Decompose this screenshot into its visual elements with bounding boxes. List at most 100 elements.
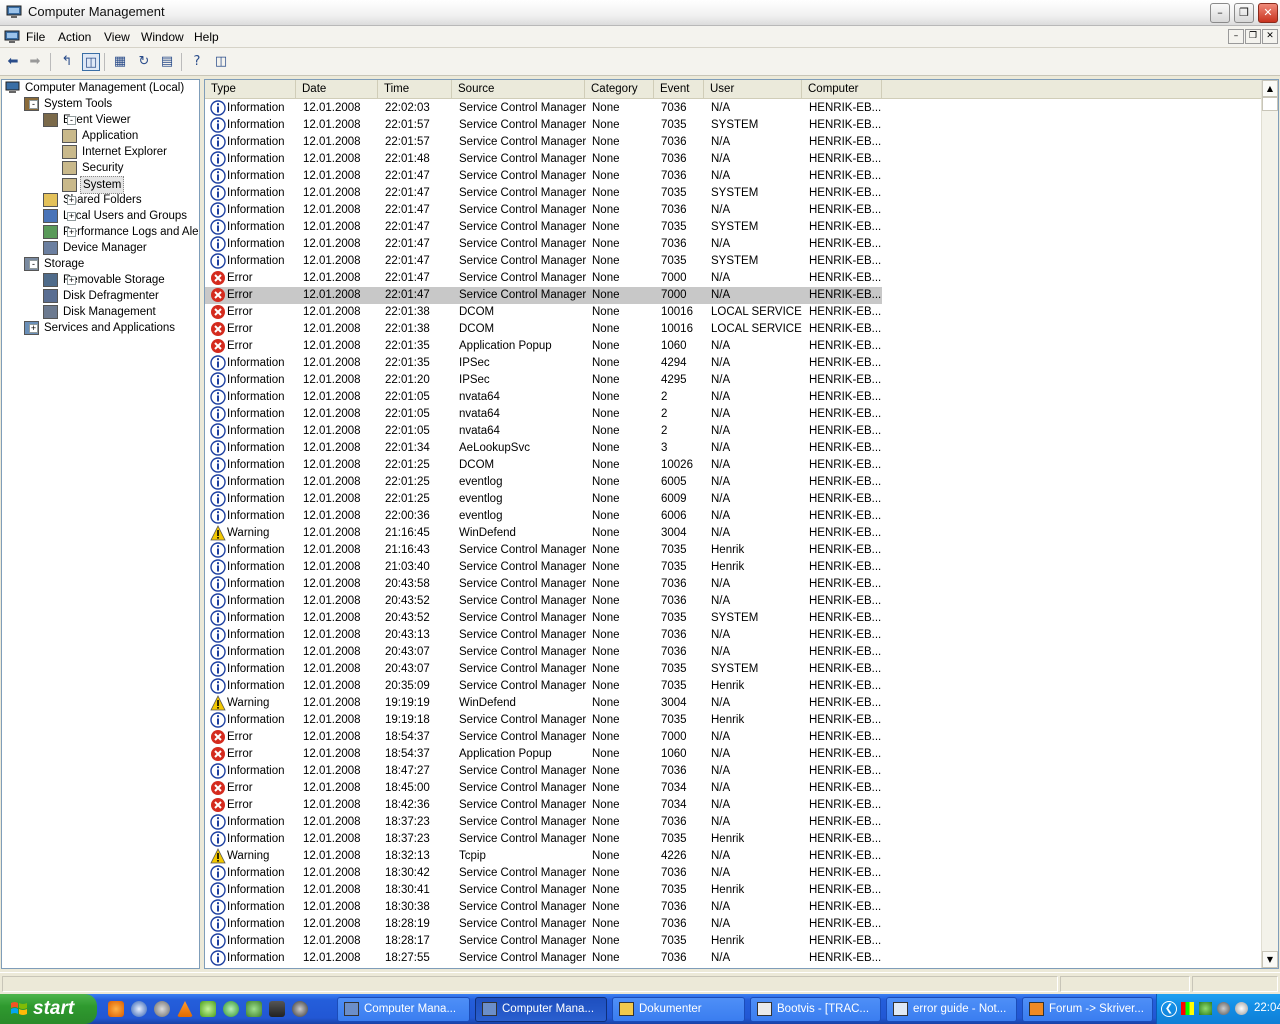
table-row[interactable]: Error 12.01.2008 22:01:35 Application Popup… bbox=[205, 338, 882, 355]
table-row[interactable]: Information 12.01.2008 22:01:47 Service Con… bbox=[205, 185, 882, 202]
table-row[interactable]: Information 12.01.2008 18:47:27 Service Con… bbox=[205, 763, 882, 780]
table-row[interactable]: Information 12.01.2008 18:30:38 Service Con… bbox=[205, 899, 882, 916]
table-row[interactable]: Information 12.01.2008 22:01:20 IPSec None 42… bbox=[205, 372, 882, 389]
start-button[interactable]: start bbox=[0, 994, 97, 1024]
table-row[interactable]: Information 12.01.2008 22:01:47 Service Con… bbox=[205, 236, 882, 253]
table-row[interactable]: Information 12.01.2008 21:16:43 Service Con… bbox=[205, 542, 882, 559]
column-header-type[interactable]: Type bbox=[205, 80, 296, 99]
menu-file[interactable]: File bbox=[26, 30, 45, 44]
collapse-icon[interactable]: - bbox=[29, 260, 38, 269]
tree-item-device-manager[interactable]: Device Manager bbox=[43, 240, 149, 256]
table-row[interactable]: Information 12.01.2008 22:01:47 Service Con… bbox=[205, 253, 882, 270]
table-row[interactable]: Information 12.01.2008 18:27:55 Service Con… bbox=[205, 950, 882, 967]
taskbar-button[interactable]: Computer Mana... bbox=[475, 997, 607, 1022]
table-row[interactable]: Information 12.01.2008 22:01:35 IPSec None 42… bbox=[205, 355, 882, 372]
table-row[interactable]: Information 12.01.2008 20:43:52 Service Con… bbox=[205, 593, 882, 610]
table-row[interactable]: Information 12.01.2008 18:28:17 Service Con… bbox=[205, 933, 882, 950]
mdi-restore-button[interactable]: ❐ bbox=[1245, 29, 1261, 44]
table-row[interactable]: Warning 12.01.2008 19:19:19 WinDefend None 30… bbox=[205, 695, 882, 712]
table-row[interactable]: Information 12.01.2008 20:43:07 Service Con… bbox=[205, 644, 882, 661]
table-row[interactable]: Information 12.01.2008 21:03:40 Service Con… bbox=[205, 559, 882, 576]
export-list-icon[interactable]: ▤ bbox=[158, 53, 176, 71]
menu-window[interactable]: Window bbox=[141, 30, 184, 44]
table-row[interactable]: Error 12.01.2008 22:01:38 DCOM None 10016 LOCA… bbox=[205, 304, 882, 321]
tray-nvidia-icon[interactable] bbox=[1199, 1002, 1212, 1015]
messenger-icon[interactable] bbox=[246, 1001, 262, 1017]
properties-icon[interactable]: ▦ bbox=[111, 53, 129, 71]
table-row[interactable]: Information 12.01.2008 22:01:25 DCOM None 100… bbox=[205, 457, 882, 474]
up-folder-icon[interactable]: ↰ bbox=[58, 53, 76, 71]
table-row[interactable]: Information 12.01.2008 20:35:09 Service Con… bbox=[205, 678, 882, 695]
collapse-icon[interactable]: - bbox=[29, 100, 38, 109]
scroll-down-button[interactable]: ▼ bbox=[1262, 951, 1278, 968]
table-row[interactable]: Error 12.01.2008 18:42:36 Service Control M… bbox=[205, 797, 882, 814]
tree-item-shared-folders[interactable]: + Shared Folders bbox=[43, 192, 144, 208]
clock[interactable]: 22:04 bbox=[1254, 1002, 1280, 1014]
column-header-event[interactable]: Event bbox=[654, 80, 704, 99]
table-row[interactable]: Information 12.01.2008 22:01:05 nvata64 None… bbox=[205, 389, 882, 406]
tree-item-security[interactable]: Security bbox=[62, 160, 126, 176]
taskbar-button[interactable]: Dokumenter bbox=[612, 997, 745, 1022]
tree-item-removable-storage[interactable]: + Removable Storage bbox=[43, 272, 167, 288]
tree-item-services-and-applications[interactable]: + Services and Applications bbox=[24, 320, 177, 336]
utorrent-icon[interactable] bbox=[223, 1001, 239, 1017]
forward-arrow-icon[interactable]: ➡ bbox=[26, 53, 44, 71]
table-row[interactable]: Information 12.01.2008 22:01:47 Service Con… bbox=[205, 168, 882, 185]
app-icon-dark[interactable] bbox=[269, 1001, 285, 1017]
media-player-icon[interactable] bbox=[131, 1001, 147, 1017]
column-header-date[interactable]: Date bbox=[296, 80, 378, 99]
table-row[interactable]: Information 12.01.2008 22:01:05 nvata64 None… bbox=[205, 423, 882, 440]
table-row[interactable]: Information 12.01.2008 22:01:47 Service Con… bbox=[205, 219, 882, 236]
tree-item-system-tools[interactable]: - System Tools bbox=[24, 96, 114, 112]
column-header-user[interactable]: User bbox=[704, 80, 802, 99]
table-row[interactable]: Information 12.01.2008 22:00:36 eventlog Non… bbox=[205, 508, 882, 525]
tray-speaker-icon[interactable] bbox=[1217, 1002, 1230, 1015]
table-row[interactable]: Information 12.01.2008 19:19:18 Service Con… bbox=[205, 712, 882, 729]
table-row[interactable]: Error 12.01.2008 18:45:00 Service Control M… bbox=[205, 780, 882, 797]
minimize-button[interactable]: – bbox=[1210, 3, 1230, 23]
column-header-source[interactable]: Source bbox=[452, 80, 585, 99]
table-row[interactable]: Information 12.01.2008 18:37:23 Service Con… bbox=[205, 831, 882, 848]
table-row[interactable]: Information 12.01.2008 22:01:05 nvata64 None… bbox=[205, 406, 882, 423]
table-row[interactable]: Information 12.01.2008 18:30:42 Service Con… bbox=[205, 865, 882, 882]
table-row[interactable]: Information 12.01.2008 18:37:23 Service Con… bbox=[205, 814, 882, 831]
expand-icon[interactable]: + bbox=[67, 276, 76, 285]
collapse-icon[interactable]: - bbox=[67, 116, 76, 125]
table-row[interactable]: Information 12.01.2008 20:43:52 Service Con… bbox=[205, 610, 882, 627]
tray-network-icon[interactable] bbox=[1235, 1002, 1248, 1015]
table-row[interactable]: Error 12.01.2008 18:54:37 Service Control M… bbox=[205, 729, 882, 746]
table-row[interactable]: Information 12.01.2008 22:01:57 Service Con… bbox=[205, 134, 882, 151]
tree-item-disk-defragmenter[interactable]: Disk Defragmenter bbox=[43, 288, 161, 304]
table-row[interactable]: Information 12.01.2008 22:01:57 Service Con… bbox=[205, 117, 882, 134]
help-topics-icon[interactable]: ◫ bbox=[212, 53, 230, 71]
steam-icon[interactable] bbox=[292, 1001, 308, 1017]
table-row[interactable]: Warning 12.01.2008 18:32:13 Tcpip None 4226 N/… bbox=[205, 848, 882, 865]
vlc-icon[interactable] bbox=[177, 1001, 193, 1017]
tree-item-disk-management[interactable]: Disk Management bbox=[43, 304, 158, 320]
menu-action[interactable]: Action bbox=[58, 30, 91, 44]
help-icon[interactable]: ? bbox=[188, 53, 206, 71]
table-row[interactable]: Information 12.01.2008 22:01:34 AeLookupSvc… bbox=[205, 440, 882, 457]
show-hidden-icons-button[interactable]: ❮ bbox=[1161, 1001, 1177, 1017]
taskbar-button[interactable]: error guide - Not... bbox=[886, 997, 1017, 1022]
table-row[interactable]: Information 12.01.2008 22:02:03 Service Con… bbox=[205, 100, 882, 117]
computer-management-icon[interactable] bbox=[4, 30, 20, 44]
show-hide-tree-icon[interactable]: ◫ bbox=[82, 53, 100, 71]
back-arrow-icon[interactable]: ⬅ bbox=[4, 53, 22, 71]
column-header-time[interactable]: Time bbox=[378, 80, 452, 99]
restore-button[interactable]: ❐ bbox=[1234, 3, 1254, 23]
table-row[interactable]: Information 12.01.2008 18:28:19 Service Con… bbox=[205, 916, 882, 933]
expand-icon[interactable]: + bbox=[67, 228, 76, 237]
table-row[interactable]: Information 12.01.2008 22:01:48 Service Con… bbox=[205, 151, 882, 168]
table-row[interactable]: Information 12.01.2008 22:01:25 eventlog Non… bbox=[205, 474, 882, 491]
tree-item-storage[interactable]: - Storage bbox=[24, 256, 86, 272]
firefox-icon[interactable] bbox=[108, 1001, 124, 1017]
close-button[interactable]: ✕ bbox=[1258, 3, 1278, 23]
expand-icon[interactable]: + bbox=[29, 324, 38, 333]
mdi-minimize-button[interactable]: – bbox=[1228, 29, 1244, 44]
menu-view[interactable]: View bbox=[104, 30, 130, 44]
vertical-scrollbar[interactable]: ▲ ▼ bbox=[1261, 80, 1278, 968]
table-row[interactable]: Information 12.01.2008 22:01:25 eventlog Non… bbox=[205, 491, 882, 508]
tree-item-system[interactable]: System bbox=[62, 176, 125, 194]
tree-item-application[interactable]: Application bbox=[62, 128, 140, 144]
